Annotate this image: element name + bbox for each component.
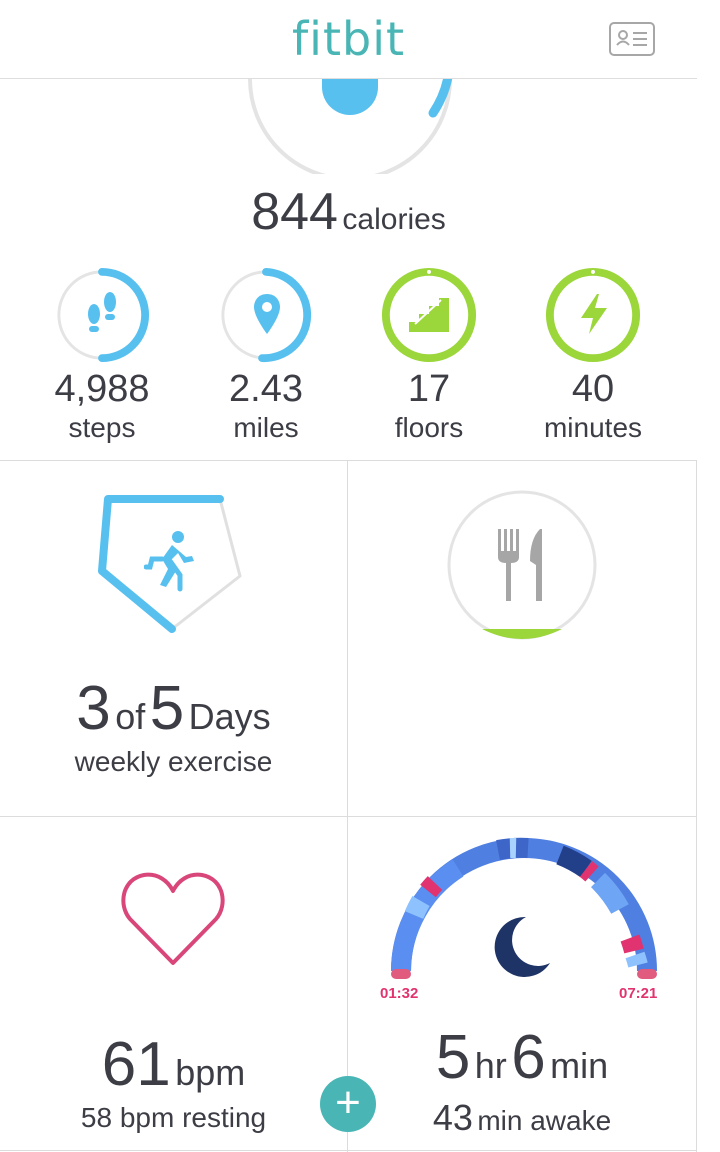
add-button[interactable]: + (320, 1076, 376, 1132)
exercise-summary: 3 of 5 Days (0, 673, 347, 744)
miles-stat[interactable]: 2.43 miles (186, 264, 346, 444)
divider (696, 460, 697, 1152)
heart-rate-tile[interactable]: 61 bpm 58 bpm resting (0, 817, 347, 1150)
exercise-tile[interactable]: 3 of 5 Days weekly exercise (0, 461, 347, 816)
divider (0, 1150, 697, 1151)
minutes-value: 40 (571, 368, 615, 410)
steps-stat[interactable]: 4,988 steps (22, 264, 182, 444)
sleep-end-time: 07:21 (619, 985, 658, 1002)
exercise-goal: 5 (149, 674, 185, 743)
fitbit-logo: fitbit (291, 12, 406, 66)
sleep-awake: 43 min awake (348, 1097, 696, 1139)
floors-label: floors (394, 412, 464, 443)
heart-icon (121, 872, 225, 965)
miles-value: 2.43 (229, 368, 303, 410)
steps-label: steps (68, 412, 136, 443)
sleep-duration: 5 hr 6 min (348, 1022, 696, 1093)
exercise-count: 3 (76, 674, 111, 743)
sleep-minutes: 6 (511, 1023, 546, 1092)
active-minutes-stat[interactable]: 40 minutes (513, 264, 673, 444)
steps-value: 4,988 (54, 368, 150, 410)
stairs-icon (409, 298, 449, 332)
calories-ring[interactable] (230, 79, 470, 174)
calories-summary: 844 calories (0, 182, 697, 242)
app-header: fitbit (0, 0, 697, 79)
calories-value: 844 (251, 183, 338, 241)
lightning-icon (581, 294, 607, 334)
heart-rate-value: 61 (101, 1030, 171, 1099)
floors-stat[interactable]: 17 floors (349, 264, 509, 444)
heart-rate-summary: 61 bpm (0, 1029, 347, 1100)
calories-unit: calories (342, 203, 446, 236)
floors-value: 17 (407, 368, 451, 410)
resting-heart-rate: 58 bpm resting (80, 1102, 267, 1133)
sleep-hours: 5 (435, 1023, 471, 1092)
awake-value: 43 (432, 1097, 473, 1138)
id-card-icon[interactable] (609, 22, 655, 56)
moon-icon (494, 916, 550, 977)
exercise-label: weekly exercise (74, 746, 273, 777)
fork-knife-icon (498, 529, 542, 601)
minutes-label: minutes (543, 412, 643, 443)
food-tile[interactable] (348, 461, 696, 816)
heart-rate-unit: bpm (175, 1052, 246, 1093)
location-pin-icon (254, 294, 280, 334)
sleep-start-time: 01:32 (380, 985, 419, 1002)
sleep-min-unit: min (550, 1045, 609, 1086)
exercise-unit: Days (188, 696, 271, 737)
exercise-of: of (115, 696, 146, 737)
sleep-hr-unit: hr (474, 1045, 507, 1086)
miles-label: miles (233, 412, 299, 443)
footsteps-icon (88, 292, 116, 332)
sleep-tile[interactable]: 01:32 07:21 5 hr 6 min 43 min awake (348, 817, 696, 1150)
awake-label: min awake (477, 1105, 612, 1136)
running-person-icon (144, 531, 194, 592)
